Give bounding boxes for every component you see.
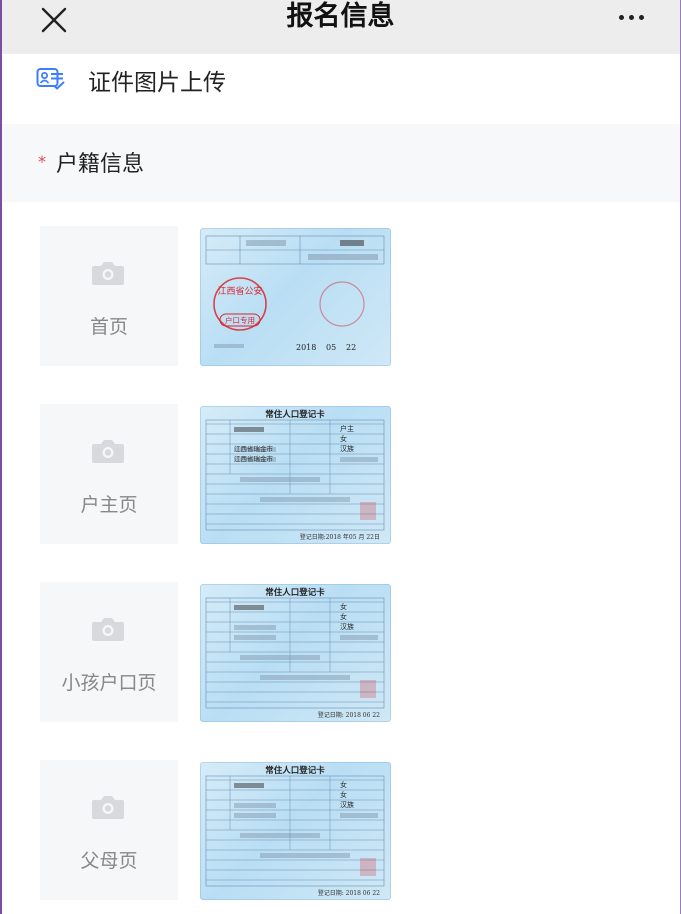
more-button[interactable] bbox=[611, 2, 651, 32]
seal-top-text: 江西省公安 bbox=[217, 285, 262, 297]
upload-row: 小孩户口页 常住人口登记卡女女汉族 登记日期: 2018 06 22 bbox=[0, 582, 681, 722]
ethnicity-value: 汉族 bbox=[340, 444, 354, 453]
group-header: * 户籍信息 bbox=[0, 124, 681, 202]
id-card-icon bbox=[36, 68, 65, 90]
seal-text: 户口专用 bbox=[225, 315, 255, 325]
gender-value: 女 bbox=[340, 434, 347, 443]
uploaded-document-thumbnail[interactable]: 常住人口登记卡女女汉族 登记日期: 2018 06 22 bbox=[200, 584, 391, 722]
window-frame-left bbox=[0, 0, 2, 914]
top-nav-bar: 报名信息 bbox=[0, 0, 681, 54]
page-title: 报名信息 bbox=[286, 1, 395, 32]
upload-label: 小孩户口页 bbox=[61, 672, 157, 694]
camera-icon bbox=[92, 796, 124, 819]
origin-value: 江西省瑞金市 bbox=[234, 454, 274, 463]
gender-value: 女 bbox=[340, 790, 347, 799]
camera-icon bbox=[92, 262, 124, 285]
upload-photo-button[interactable]: 户主页 bbox=[40, 404, 178, 544]
upload-row: 父母页 常住人口登记卡女女汉族 登记日期: 2018 06 22 bbox=[0, 760, 681, 900]
relation-value: 女 bbox=[340, 602, 347, 611]
relation-value: 户主 bbox=[340, 424, 354, 433]
uploaded-document-thumbnail[interactable]: 江西省公安户口专用 2018 05 22 bbox=[200, 228, 391, 366]
card-title: 常住人口登记卡 bbox=[265, 409, 325, 420]
camera-icon bbox=[92, 440, 124, 463]
upload-photo-button[interactable]: 小孩户口页 bbox=[40, 582, 178, 722]
group-title: 户籍信息 bbox=[56, 152, 145, 177]
section-title: 证件图片上传 bbox=[88, 70, 226, 96]
more-icon bbox=[618, 14, 624, 20]
birthplace-value: 江西省瑞金市 bbox=[234, 444, 274, 453]
required-mark: * bbox=[38, 152, 46, 171]
register-date: 登记日期: 2018 06 22 bbox=[318, 711, 380, 719]
section-header: 证件图片上传 bbox=[0, 54, 681, 124]
upload-row: 首页 江西省公安户口专用 2018 05 22 bbox=[0, 226, 681, 366]
uploaded-document-thumbnail[interactable]: 常住人口登记卡女女汉族 登记日期: 2018 06 22 bbox=[200, 762, 391, 900]
upload-row: 户主页 常住人口登记卡 户主女汉族 江西省瑞金市 江西省瑞金市 登记日期:2018 年05… bbox=[0, 404, 681, 544]
date-year: 2018 bbox=[296, 343, 316, 352]
uploaded-document-thumbnail[interactable]: 常住人口登记卡 户主女汉族 江西省瑞金市 江西省瑞金市 登记日期:2018 年05 月 … bbox=[200, 406, 391, 544]
relation-value: 女 bbox=[340, 780, 347, 789]
upload-photo-button[interactable]: 首页 bbox=[40, 226, 178, 366]
date-month: 05 bbox=[326, 343, 336, 352]
upload-photo-button[interactable]: 父母页 bbox=[40, 760, 178, 900]
ethnicity-value: 汉族 bbox=[340, 622, 354, 631]
gender-value: 女 bbox=[340, 612, 347, 621]
register-date: 登记日期:2018 年05 月 22日 bbox=[300, 533, 380, 541]
upload-label: 父母页 bbox=[80, 850, 138, 872]
card-title: 常住人口登记卡 bbox=[265, 765, 325, 776]
card-title: 常住人口登记卡 bbox=[265, 587, 325, 598]
date-day: 22 bbox=[346, 343, 356, 352]
ethnicity-value: 汉族 bbox=[340, 800, 354, 809]
camera-icon bbox=[92, 618, 124, 641]
upload-label: 户主页 bbox=[80, 494, 138, 516]
register-date: 登记日期: 2018 06 22 bbox=[318, 889, 380, 897]
upload-label: 首页 bbox=[89, 316, 128, 338]
